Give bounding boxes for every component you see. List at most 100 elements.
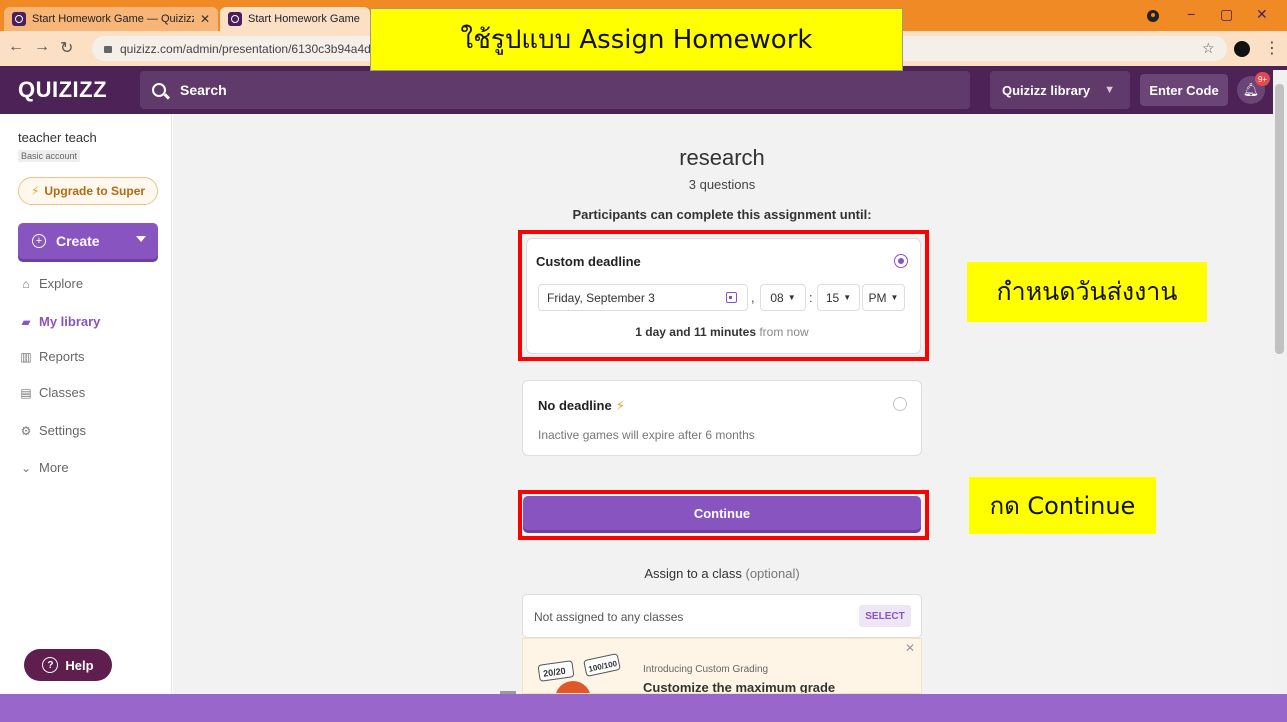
- promo-intro: Introducing Custom Grading: [643, 664, 769, 675]
- ampm-select[interactable]: PM ▼: [862, 284, 905, 311]
- quiz-title: research: [679, 145, 765, 170]
- window-close-icon[interactable]: ✕: [1256, 6, 1268, 23]
- calendar-icon: [726, 292, 737, 303]
- no-deadline-label: No deadline: [538, 398, 612, 413]
- relative-deadline-text: 1 day and 11 minutes from now: [522, 325, 922, 339]
- close-icon[interactable]: ✕: [905, 641, 915, 655]
- settings-icon: ⚙︎: [20, 423, 32, 438]
- sidebar-item-label: Explore: [39, 276, 84, 291]
- upgrade-button[interactable]: ⚡︎ Upgrade to Super: [18, 177, 158, 205]
- minute-select[interactable]: 15 ▼: [817, 284, 860, 311]
- hour-value: 08: [770, 290, 784, 305]
- caret-down-icon: ▼: [843, 293, 852, 302]
- chevron-down-icon: ▼: [1104, 84, 1116, 96]
- tab-title: Start Homework Game — Quizizz: [32, 13, 194, 25]
- browser-tab-2[interactable]: Start Homework Game — Quizizz: [220, 7, 370, 31]
- highlight-box: [518, 490, 929, 540]
- library-label: Quizizz library: [1002, 82, 1091, 98]
- tab-title: Start Homework Game — Quizizz: [248, 13, 362, 25]
- search-icon: [152, 83, 166, 97]
- lock-icon: [104, 46, 112, 53]
- class-selector[interactable]: Not assigned to any classes SELECT: [522, 594, 922, 638]
- folder-icon: ▰: [21, 314, 31, 329]
- no-deadline-title: No deadline ⚡︎: [538, 398, 625, 414]
- search-label: Search: [180, 82, 227, 98]
- sidebar-item-my-library[interactable]: ▰ My library: [18, 314, 100, 329]
- reports-icon: ▥: [20, 349, 32, 364]
- minimize-icon[interactable]: −: [1187, 6, 1195, 22]
- minute-value: 15: [825, 290, 840, 305]
- quizizz-logo[interactable]: QUIZIZZ: [18, 77, 107, 103]
- help-button[interactable]: ? Help: [24, 649, 112, 681]
- explore-icon: ⌂: [22, 276, 30, 291]
- bolt-icon: ⚡︎: [615, 398, 625, 413]
- expire-note: Inactive games will expire after 6 month…: [538, 428, 755, 442]
- url-text: quizizz.com/admin/presentation/6130c3b94…: [120, 41, 371, 56]
- date-value: Friday, September 3: [547, 290, 655, 305]
- assign-class-label: Assign to a class: [644, 566, 742, 581]
- custom-deadline-radio[interactable]: [894, 254, 908, 268]
- quizizz-favicon-icon: [228, 12, 242, 26]
- account-type-badge: Basic account: [18, 150, 81, 162]
- reload-icon[interactable]: ↻: [60, 38, 73, 58]
- help-icon: ?: [42, 657, 59, 673]
- notification-badge: 9+: [1255, 72, 1270, 86]
- quizizz-favicon-icon: [12, 12, 26, 26]
- create-label: Create: [56, 233, 100, 249]
- no-deadline-card[interactable]: [522, 380, 922, 456]
- plus-circle-icon: +: [32, 234, 46, 248]
- search-input[interactable]: Search: [140, 71, 970, 109]
- footer-bar: [0, 694, 1287, 722]
- separator-comma: ,: [751, 290, 755, 305]
- sidebar-item-more[interactable]: ⌄ More: [18, 460, 69, 475]
- user-name: teacher teach: [18, 130, 97, 145]
- classes-icon: ▤: [20, 385, 32, 400]
- custom-grading-promo: 20/20 100/100 Introducing Custom Grading…: [522, 638, 922, 694]
- sidebar-item-explore[interactable]: ⌂ Explore: [18, 276, 83, 291]
- upgrade-label: Upgrade to Super: [44, 184, 146, 198]
- library-dropdown[interactable]: Quizizz library ▼: [990, 71, 1130, 109]
- browser-profile-icon[interactable]: [1147, 10, 1159, 22]
- create-button[interactable]: + Create: [18, 223, 158, 259]
- browser-avatar[interactable]: [1234, 41, 1250, 57]
- sidebar-item-label: More: [39, 460, 69, 475]
- select-class-button[interactable]: SELECT: [859, 605, 911, 627]
- tab-close-icon[interactable]: ✕: [200, 12, 210, 26]
- deadline-heading: Participants can complete this assignmen…: [572, 207, 872, 222]
- app-header: QUIZIZZ Search Quizizz library ▼ Enter C…: [0, 66, 1287, 114]
- date-picker[interactable]: Friday, September 3: [538, 284, 748, 311]
- sidebar: teacher teach Basic account ⚡︎ Upgrade t…: [0, 114, 172, 694]
- relative-duration: 1 day and 11 minutes: [635, 325, 756, 339]
- caret-down-icon: ▼: [890, 293, 899, 302]
- caret-down-icon: ▼: [787, 293, 796, 302]
- enter-code-button[interactable]: Enter Code: [1140, 74, 1228, 106]
- chevron-down-icon: ⌄: [20, 460, 32, 475]
- sidebar-item-label: Settings: [39, 423, 86, 438]
- sidebar-item-settings[interactable]: ⚙︎ Settings: [18, 423, 86, 438]
- sidebar-item-label: Reports: [39, 349, 85, 364]
- bookmark-star-icon[interactable]: ☆: [1202, 40, 1215, 57]
- grading-illustration: 20/20 100/100: [537, 653, 621, 693]
- bolt-icon: ⚡︎: [30, 184, 40, 198]
- optional-label: (optional): [745, 566, 800, 581]
- back-arrow-icon[interactable]: ←: [8, 38, 24, 56]
- annotation-deadline: กำหนดวันส่งงาน: [967, 262, 1207, 322]
- scrollbar-thumb[interactable]: [1275, 84, 1284, 354]
- relative-suffix: from now: [759, 325, 809, 339]
- assign-class-heading: Assign to a class (optional): [522, 566, 922, 581]
- class-placeholder: Not assigned to any classes: [534, 610, 684, 624]
- annotation-continue: กด Continue: [969, 477, 1156, 534]
- sidebar-item-label: Classes: [39, 385, 86, 400]
- hour-select[interactable]: 08 ▼: [760, 284, 806, 311]
- promo-headline: Customize the maximum grade: [643, 680, 836, 694]
- browser-menu-icon[interactable]: ⋮: [1264, 38, 1280, 58]
- forward-arrow-icon[interactable]: →: [34, 38, 50, 56]
- ampm-value: PM: [868, 290, 887, 305]
- no-deadline-radio[interactable]: [893, 397, 907, 411]
- sidebar-item-label: My library: [39, 314, 101, 329]
- sidebar-item-reports[interactable]: ▥ Reports: [18, 349, 85, 364]
- maximize-icon[interactable]: ▢: [1220, 6, 1233, 23]
- annotation-banner: ใช้รูปแบบ Assign Homework: [370, 8, 903, 71]
- sidebar-item-classes[interactable]: ▤ Classes: [18, 385, 85, 400]
- browser-tab-1[interactable]: Start Homework Game — Quizizz ✕: [4, 7, 218, 31]
